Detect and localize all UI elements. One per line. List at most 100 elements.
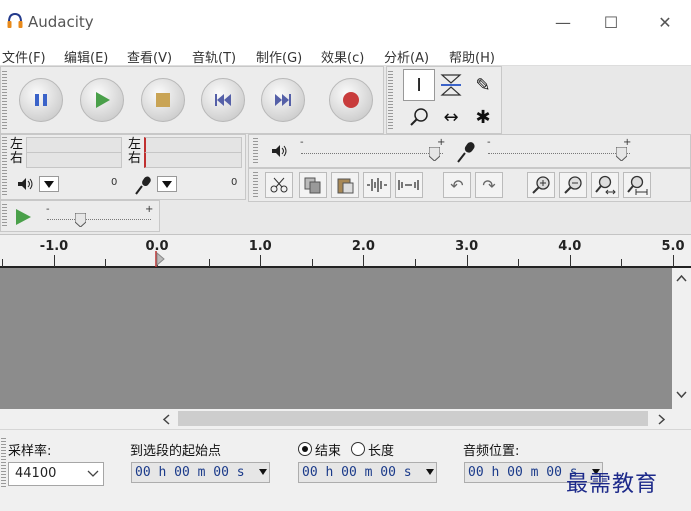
output-slider-thumb[interactable]: [429, 147, 441, 161]
horizontal-scroll-thumb[interactable]: [178, 411, 648, 426]
chevron-down-icon[interactable]: [426, 469, 434, 475]
close-button[interactable]: ✕: [642, 4, 688, 40]
copy-button[interactable]: [299, 172, 327, 198]
minimize-button[interactable]: —: [540, 4, 586, 40]
length-radio-label: 长度: [368, 444, 395, 459]
play-icon: [16, 209, 31, 225]
sample-rate-label: 采样率:: [8, 444, 52, 459]
record-meter-right-label: 右: [128, 151, 142, 166]
fit-selection-button[interactable]: [591, 172, 619, 198]
selection-end-time-value: 00 h 00 m 00 s: [302, 465, 412, 480]
skip-to-start-button[interactable]: [201, 78, 245, 122]
playhead-marker-icon[interactable]: [152, 251, 166, 267]
toolbar-grip[interactable]: [388, 71, 393, 129]
timeline-ruler[interactable]: -1.0 0.0 1.0 2.0 3.0 4.0 5.0: [0, 234, 691, 268]
record-meter-left[interactable]: [144, 137, 242, 153]
menu-generate[interactable]: 制作(G): [256, 47, 302, 66]
scroll-down-icon[interactable]: [676, 391, 687, 399]
zoom-tool-button[interactable]: [403, 101, 435, 133]
menu-effect[interactable]: 效果(c): [321, 47, 364, 66]
menu-bar: 文件(F) 编辑(E) 查看(V) 音轨(T) 制作(G) 效果(c) 分析(A…: [0, 44, 691, 66]
scroll-left-icon[interactable]: [162, 414, 170, 425]
radio-selected-dot: [302, 446, 308, 452]
ruler-tick-label: 1.0: [248, 239, 272, 254]
ruler-tick-mark: [569, 255, 571, 267]
record-meter-left-label: 左: [128, 137, 142, 152]
scissors-icon: [270, 177, 288, 193]
cut-button[interactable]: [265, 172, 293, 198]
menu-tracks[interactable]: 音轨(T): [192, 47, 236, 66]
pause-button[interactable]: [19, 78, 63, 122]
chevron-down-icon: [87, 470, 99, 477]
chevron-down-icon[interactable]: [259, 469, 267, 475]
zoom-in-button[interactable]: [527, 172, 555, 198]
record-meter-menu-button[interactable]: [157, 176, 177, 192]
end-radio[interactable]: [298, 442, 312, 456]
multi-tool-button[interactable]: ✱: [467, 101, 499, 133]
length-radio[interactable]: [351, 442, 365, 456]
trim-audio-button[interactable]: [363, 172, 391, 198]
record-button[interactable]: [329, 78, 373, 122]
toolbar-grip[interactable]: [2, 137, 7, 197]
meter-toolbar: 左 右 左 右 0 0: [0, 134, 246, 200]
track-panel[interactable]: [0, 268, 672, 410]
playback-meter-right[interactable]: [26, 152, 122, 168]
skip-to-end-button[interactable]: [261, 78, 305, 122]
selection-end-time[interactable]: 00 h 00 m 00 s: [298, 462, 437, 483]
skip-start-icon: [215, 94, 231, 106]
redo-button[interactable]: ↷: [475, 172, 503, 198]
menu-help[interactable]: 帮助(H): [449, 47, 495, 66]
sample-rate-value: 44100: [15, 466, 57, 481]
record-icon: [343, 92, 359, 108]
playback-speed-slider[interactable]: [47, 211, 151, 229]
time-shift-tool-button[interactable]: ↔: [435, 101, 467, 133]
record-meter-right[interactable]: [144, 152, 242, 168]
menu-edit[interactable]: 编辑(E): [64, 47, 108, 66]
ruler-tick-mark: [518, 259, 520, 267]
edit-toolbar: ↶ ↷: [248, 168, 691, 202]
menu-analyze[interactable]: 分析(A): [384, 47, 429, 66]
stop-button[interactable]: [141, 78, 185, 122]
horizontal-scrollbar[interactable]: [0, 409, 691, 429]
playback-meter-left[interactable]: [26, 137, 122, 153]
silence-audio-button[interactable]: [395, 172, 423, 198]
pencil-icon: ✎: [475, 74, 491, 96]
paste-button[interactable]: [331, 172, 359, 198]
toolbar-grip[interactable]: [1, 438, 6, 488]
scroll-up-icon[interactable]: [676, 274, 687, 282]
window-title: Audacity: [28, 13, 94, 31]
copy-icon: [304, 177, 321, 194]
fit-project-button[interactable]: [623, 172, 651, 198]
sample-rate-select[interactable]: 44100: [8, 462, 104, 486]
menu-view[interactable]: 查看(V): [127, 47, 172, 66]
toolbar-grip[interactable]: [2, 71, 7, 129]
ruler-tick-label: -1.0: [39, 239, 69, 254]
toolbar-grip[interactable]: [253, 138, 258, 164]
play-button[interactable]: [80, 78, 124, 122]
selection-start-time-value: 00 h 00 m 00 s: [135, 465, 245, 480]
envelope-tool-button[interactable]: [435, 69, 467, 101]
ruler-tick-mark: [208, 259, 210, 267]
vertical-scrollbar[interactable]: [672, 268, 691, 410]
scroll-right-icon[interactable]: [658, 414, 666, 425]
toolbar-grip[interactable]: [253, 172, 258, 198]
title-bar: Audacity — ☐ ✕: [0, 0, 691, 44]
audio-position-label: 音频位置:: [463, 444, 520, 459]
draw-tool-button[interactable]: ✎: [467, 69, 499, 101]
toolbar-grip[interactable]: [2, 204, 7, 228]
ruler-tick-label: 5.0: [661, 239, 685, 254]
input-volume-slider[interactable]: [488, 145, 630, 163]
menu-file[interactable]: 文件(F): [2, 47, 46, 66]
undo-button[interactable]: ↶: [443, 172, 471, 198]
input-slider-thumb[interactable]: [616, 147, 628, 161]
selection-tool-button[interactable]: I: [403, 69, 435, 101]
maximize-button[interactable]: ☐: [588, 4, 634, 40]
zoom-out-button[interactable]: [559, 172, 587, 198]
ruler-tick-mark: [53, 255, 55, 267]
selection-start-time[interactable]: 00 h 00 m 00 s: [131, 462, 270, 483]
speed-slider-thumb[interactable]: [74, 213, 86, 227]
play-at-speed-button[interactable]: [11, 206, 35, 228]
playback-meter-menu-button[interactable]: [39, 176, 59, 192]
selection-start-label: 到选段的起始点: [130, 444, 222, 459]
output-volume-slider[interactable]: [301, 145, 443, 163]
